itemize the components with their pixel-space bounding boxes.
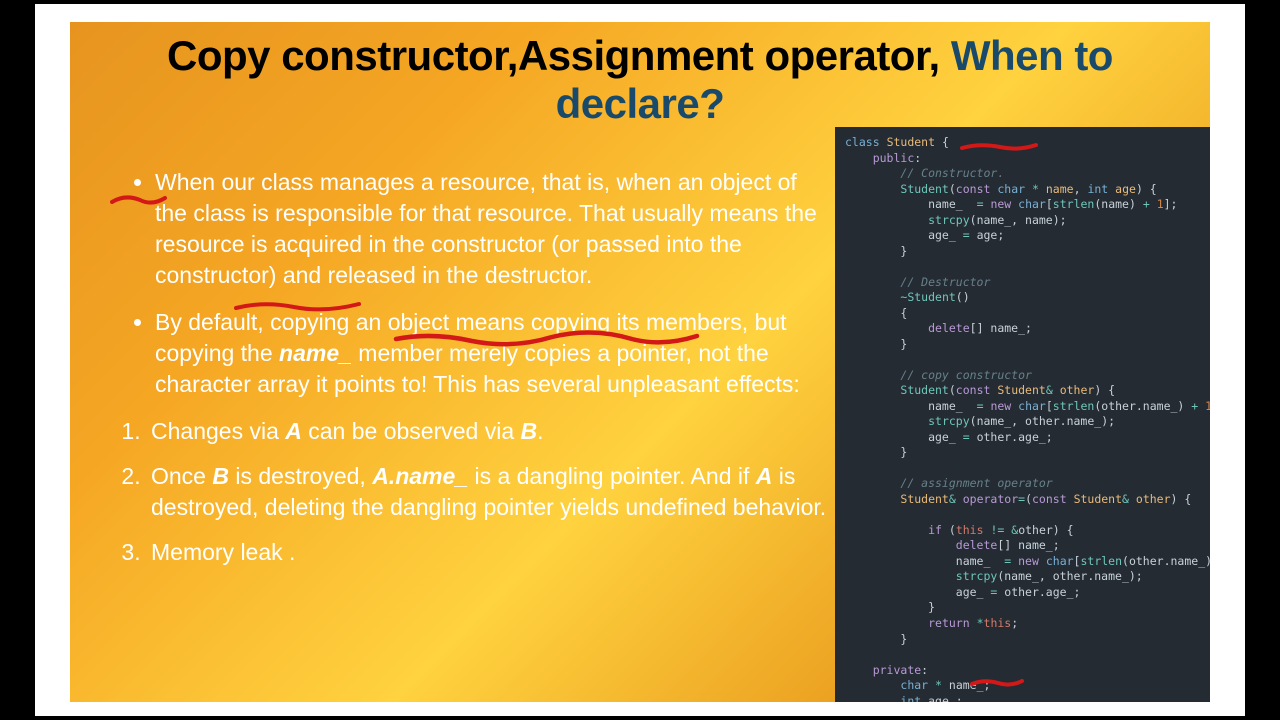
slide-title: Copy constructor,Assignment operator, Wh… <box>90 32 1190 129</box>
title-part1: Copy constructor,Assignment operator, <box>167 32 951 79</box>
bullet-item: By default, copying an object means copy… <box>155 307 835 400</box>
ordered-item: Once B is destroyed, A.name_ is a dangli… <box>147 461 835 523</box>
stage: Copy constructor,Assignment operator, Wh… <box>35 4 1245 716</box>
slide: Copy constructor,Assignment operator, Wh… <box>70 22 1210 702</box>
bullet-list: When our class manages a resource, that … <box>125 167 835 400</box>
slide-body: When our class manages a resource, that … <box>125 167 835 583</box>
code-panel: class Student { public: // Constructor. … <box>835 127 1210 702</box>
ordered-item: Changes via A can be observed via B. <box>147 416 835 447</box>
bullet-item: When our class manages a resource, that … <box>155 167 835 291</box>
ordered-item: Memory leak . <box>147 537 835 568</box>
ordered-list: Changes via A can be observed via B. Onc… <box>125 416 835 568</box>
